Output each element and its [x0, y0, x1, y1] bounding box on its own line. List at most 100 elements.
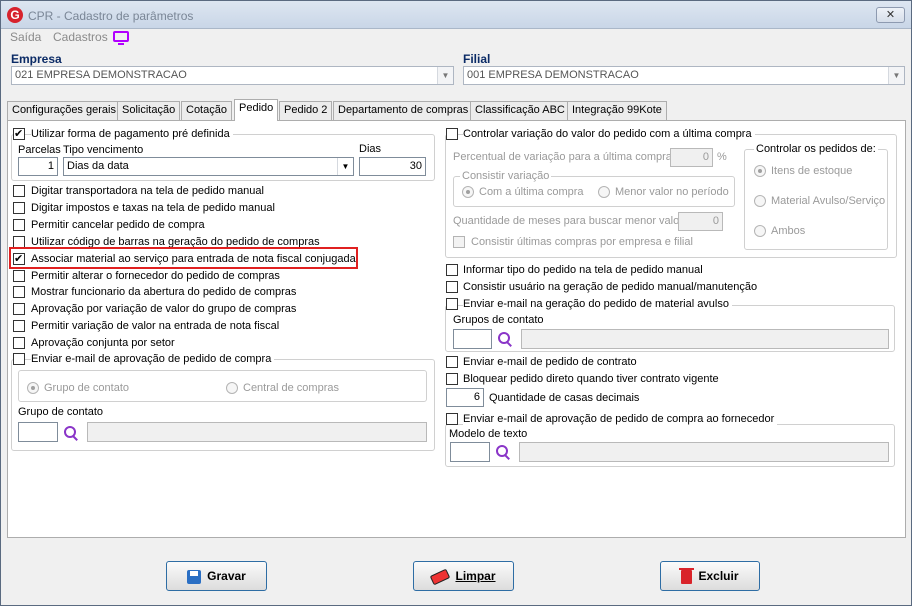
- transportadora-checkbox[interactable]: [13, 185, 25, 197]
- tab-integracao-99kote[interactable]: Integração 99Kote: [567, 101, 667, 120]
- mostrar-funcionario-label: Mostrar funcionario da abertura do pedid…: [31, 286, 297, 298]
- aprovacao-setor-label: Aprovação conjunta por setor: [31, 337, 175, 349]
- menu-saida[interactable]: Saída: [10, 30, 41, 44]
- search-icon[interactable]: [495, 444, 511, 460]
- limpar-label: Limpar: [455, 569, 496, 583]
- menor-valor-label: Menor valor no período: [615, 186, 729, 198]
- itens-estoque-radio[interactable]: [754, 165, 766, 177]
- associar-material-label: Associar material ao serviço para entrad…: [31, 253, 356, 265]
- controlar-pedidos-label: Controlar os pedidos de:: [754, 143, 878, 155]
- parcelas-input[interactable]: 1: [18, 157, 58, 176]
- email-avulso-checkbox[interactable]: [446, 298, 458, 310]
- monitor-icon[interactable]: [113, 31, 129, 45]
- menor-valor-radio[interactable]: [598, 186, 610, 198]
- consistir-usuario-checkbox[interactable]: [446, 281, 458, 293]
- casas-decimais-label: Quantidade de casas decimais: [489, 392, 640, 404]
- pagamento-checkbox[interactable]: [13, 127, 25, 140]
- excluir-button[interactable]: Excluir: [660, 561, 760, 591]
- tab-pedido[interactable]: Pedido: [234, 99, 279, 121]
- aprovacao-variacao-label: Aprovação por variação de valor do grupo…: [31, 303, 297, 315]
- alterar-fornecedor-label: Permitir alterar o fornecedor do pedido …: [31, 270, 280, 282]
- tab-configuracoes-gerais[interactable]: Configurações gerais: [7, 101, 121, 120]
- percentual-label: Percentual de variação para a última com…: [453, 151, 672, 163]
- consistir-variacao-label: Consistir variação: [460, 170, 552, 182]
- dias-label: Dias: [359, 143, 382, 155]
- variacao-nota-checkbox[interactable]: [13, 320, 25, 332]
- consistir-ultimas-checkbox[interactable]: [453, 236, 465, 248]
- grupo-contato-radio[interactable]: [27, 382, 39, 394]
- mostrar-funcionario-checkbox[interactable]: [13, 286, 25, 298]
- consistir-ultimas-label: Consistir últimas compras por empresa e …: [471, 236, 693, 248]
- close-button[interactable]: ✕: [876, 7, 905, 23]
- consistir-usuario-label: Consistir usuário na geração de pedido m…: [463, 281, 758, 293]
- filial-select[interactable]: 001 EMPRESA DEMONSTRACAO ▼: [463, 66, 905, 85]
- gravar-button[interactable]: Gravar: [166, 561, 267, 591]
- meses-input[interactable]: 0: [678, 212, 723, 231]
- gravar-label: Gravar: [207, 569, 246, 583]
- title-bar: G CPR - Cadastro de parâmetros ✕: [1, 1, 911, 29]
- bloquear-pedido-checkbox[interactable]: [446, 373, 458, 385]
- informar-tipo-checkbox[interactable]: [446, 264, 458, 276]
- eraser-icon: [430, 568, 451, 586]
- limpar-button[interactable]: Limpar: [413, 561, 514, 591]
- tab-solicitacao[interactable]: Solicitação: [117, 101, 181, 120]
- email-fornecedor-label: Enviar e-mail de aprovação de pedido de …: [463, 413, 778, 425]
- empresa-label: Empresa: [11, 52, 62, 66]
- ambos-radio[interactable]: [754, 225, 766, 237]
- empresa-select[interactable]: 021 EMPRESA DEMONSTRACAO ▼: [11, 66, 454, 85]
- tab-pedido-2[interactable]: Pedido 2: [279, 101, 333, 120]
- search-icon[interactable]: [63, 425, 79, 441]
- email-aprovacao-checkbox[interactable]: [13, 353, 25, 365]
- window-title: CPR - Cadastro de parâmetros: [28, 9, 194, 23]
- filial-value: 001 EMPRESA DEMONSTRACAO: [467, 69, 639, 81]
- modelo-texto-code-input[interactable]: [450, 442, 490, 462]
- tab-departamento-de-compras[interactable]: Departamento de compras: [333, 101, 474, 120]
- variacao-checkbox[interactable]: [446, 128, 458, 140]
- cancelar-pedido-checkbox[interactable]: [13, 219, 25, 231]
- email-avulso-label: Enviar e-mail na geração do pedido de ma…: [463, 298, 732, 310]
- email-contrato-checkbox[interactable]: [446, 356, 458, 368]
- aprovacao-setor-checkbox[interactable]: [13, 337, 25, 349]
- main-window: G CPR - Cadastro de parâmetros ✕ Saída C…: [0, 0, 912, 606]
- menu-cadastros[interactable]: Cadastros: [53, 30, 108, 44]
- chevron-down-icon[interactable]: ▼: [337, 158, 353, 175]
- grupo-contato-label: Grupo de contato: [18, 406, 104, 418]
- ultima-compra-label: Com a última compra: [479, 186, 584, 198]
- ultima-compra-radio[interactable]: [462, 186, 474, 198]
- casas-decimais-input[interactable]: 6: [446, 388, 484, 407]
- menu-bar: Saída Cadastros: [1, 29, 911, 47]
- parcelas-label: Parcelas: [18, 144, 61, 156]
- grupos-contato-desc-input: [521, 329, 889, 349]
- variacao-nota-label: Permitir variação de valor na entrada de…: [31, 320, 280, 332]
- tipo-vencimento-select[interactable]: Dias da data ▼: [63, 157, 354, 176]
- chevron-down-icon[interactable]: ▼: [888, 67, 904, 84]
- aprovacao-variacao-checkbox[interactable]: [13, 303, 25, 315]
- tab-cotacao[interactable]: Cotação: [181, 101, 232, 120]
- transportadora-label: Digitar transportadora na tela de pedido…: [31, 185, 264, 197]
- variacao-label: Controlar variação do valor do pedido co…: [463, 128, 755, 140]
- bloquear-pedido-label: Bloquear pedido direto quando tiver cont…: [463, 373, 719, 385]
- impostos-checkbox[interactable]: [13, 202, 25, 214]
- grupo-contato-radio-label: Grupo de contato: [44, 382, 130, 394]
- central-compras-radio[interactable]: [226, 382, 238, 394]
- email-fornecedor-checkbox[interactable]: [446, 413, 458, 425]
- alterar-fornecedor-checkbox[interactable]: [13, 270, 25, 282]
- email-contrato-label: Enviar e-mail de pedido de contrato: [463, 356, 637, 368]
- grupos-contato-code-input[interactable]: [453, 329, 492, 349]
- central-compras-radio-label: Central de compras: [243, 382, 339, 394]
- email-aprovacao-label: Enviar e-mail de aprovação de pedido de …: [31, 353, 275, 365]
- dias-input[interactable]: 30: [359, 157, 426, 176]
- search-icon[interactable]: [497, 331, 513, 347]
- meses-label: Quantidade de meses para buscar menor va…: [453, 215, 683, 227]
- tab-classificacao-abc[interactable]: Classificação ABC: [470, 101, 570, 120]
- grupo-contato-code-input[interactable]: [18, 422, 58, 442]
- empresa-value: 021 EMPRESA DEMONSTRACAO: [15, 69, 187, 81]
- associar-material-checkbox[interactable]: [13, 252, 25, 265]
- chevron-down-icon[interactable]: ▼: [437, 67, 453, 84]
- material-avulso-label: Material Avulso/Serviço: [771, 195, 886, 207]
- percentual-input[interactable]: 0: [670, 148, 713, 167]
- cancelar-pedido-label: Permitir cancelar pedido de compra: [31, 219, 205, 231]
- grupo-contato-desc-input: [87, 422, 427, 442]
- filial-label: Filial: [463, 52, 491, 66]
- material-avulso-radio[interactable]: [754, 195, 766, 207]
